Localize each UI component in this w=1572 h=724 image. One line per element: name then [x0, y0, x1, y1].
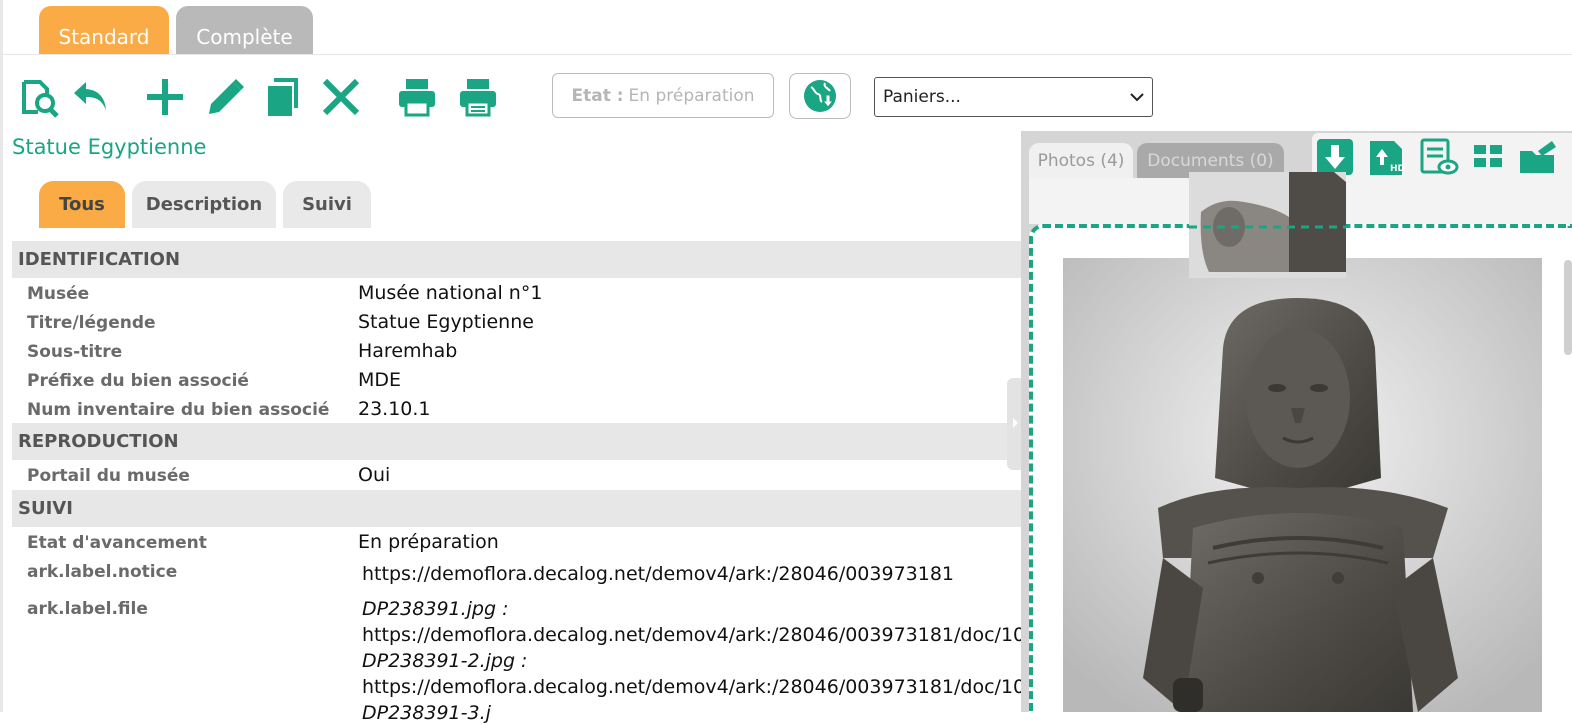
field-label: ark.label.notice	[27, 562, 178, 582]
field-label: ark.label.file	[27, 599, 148, 619]
download-hd-icon[interactable]: HD	[1366, 137, 1408, 177]
section-reproduction: REPRODUCTION	[12, 423, 1022, 460]
svg-text:HD: HD	[1390, 164, 1405, 174]
tab-complete[interactable]: Complète	[176, 6, 313, 55]
status-display: Etat : En préparation	[552, 73, 774, 118]
page-title: Statue Egyptienne	[12, 135, 207, 159]
subtab-tous[interactable]: Tous	[39, 181, 125, 228]
print-list-icon[interactable]	[457, 76, 499, 118]
undo-icon[interactable]	[70, 76, 112, 118]
globe-publish-icon	[804, 80, 836, 112]
tab-standard[interactable]: Standard	[39, 6, 169, 55]
field-label: Etat d'avancement	[27, 533, 207, 553]
field-label: Sous-titre	[27, 342, 123, 362]
publish-button[interactable]	[789, 73, 851, 119]
add-icon[interactable]	[144, 76, 186, 118]
tab-bar-divider	[0, 54, 1572, 55]
photo-thumbnail[interactable]	[1189, 172, 1346, 278]
statue-photo[interactable]	[1063, 258, 1542, 712]
ark-file-link[interactable]: https://demoflora.decalog.net/demov4/ark…	[362, 624, 1073, 646]
download-icon[interactable]	[1315, 137, 1357, 177]
subtab-suivi[interactable]: Suivi	[283, 181, 371, 228]
basket-select-value: Paniers...	[883, 87, 961, 107]
basket-select[interactable]: Paniers...	[874, 77, 1153, 117]
window-left-edge	[0, 0, 3, 712]
field-value: Haremhab	[358, 340, 458, 362]
field-label: Titre/légende	[27, 313, 156, 333]
print-icon[interactable]	[396, 76, 438, 118]
file-name: DP238391-3.j	[362, 702, 491, 724]
field-label: Num inventaire du bien associé	[27, 400, 330, 420]
field-label: Portail du musée	[27, 466, 190, 486]
field-value: Musée national n°1	[358, 282, 543, 304]
field-value: MDE	[358, 369, 402, 391]
ark-notice-link[interactable]: https://demoflora.decalog.net/demov4/ark…	[362, 563, 954, 585]
preview-search-icon[interactable]	[18, 76, 60, 118]
subtab-description[interactable]: Description	[132, 181, 276, 228]
section-suivi: SUIVI	[12, 490, 1022, 527]
tab-photos[interactable]: Photos (4)	[1029, 143, 1133, 178]
field-value: 23.10.1	[358, 398, 431, 420]
field-label: Préfixe du bien associé	[27, 371, 249, 391]
open-folder-icon[interactable]	[1518, 137, 1560, 177]
file-name: DP238391.jpg :	[362, 598, 509, 620]
copy-icon[interactable]	[262, 76, 304, 118]
ark-file-link[interactable]: https://demoflora.decalog.net/demov4/ark…	[362, 676, 1073, 698]
status-value: En préparation	[628, 85, 755, 106]
field-value: En préparation	[358, 531, 499, 553]
grid-view-icon[interactable]	[1468, 137, 1510, 177]
viewer-scrollbar[interactable]	[1564, 260, 1572, 355]
status-label: Etat :	[571, 85, 624, 106]
field-value: Oui	[358, 464, 391, 486]
field-value: Statue Egyptienne	[358, 311, 534, 333]
view-details-icon[interactable]	[1418, 137, 1460, 177]
chevron-down-icon	[1130, 93, 1144, 102]
field-label: Musée	[27, 284, 90, 304]
delete-icon[interactable]	[320, 76, 362, 118]
file-name: DP238391-2.jpg :	[362, 650, 528, 672]
edit-icon[interactable]	[205, 76, 247, 118]
section-identification: IDENTIFICATION	[12, 241, 1022, 278]
